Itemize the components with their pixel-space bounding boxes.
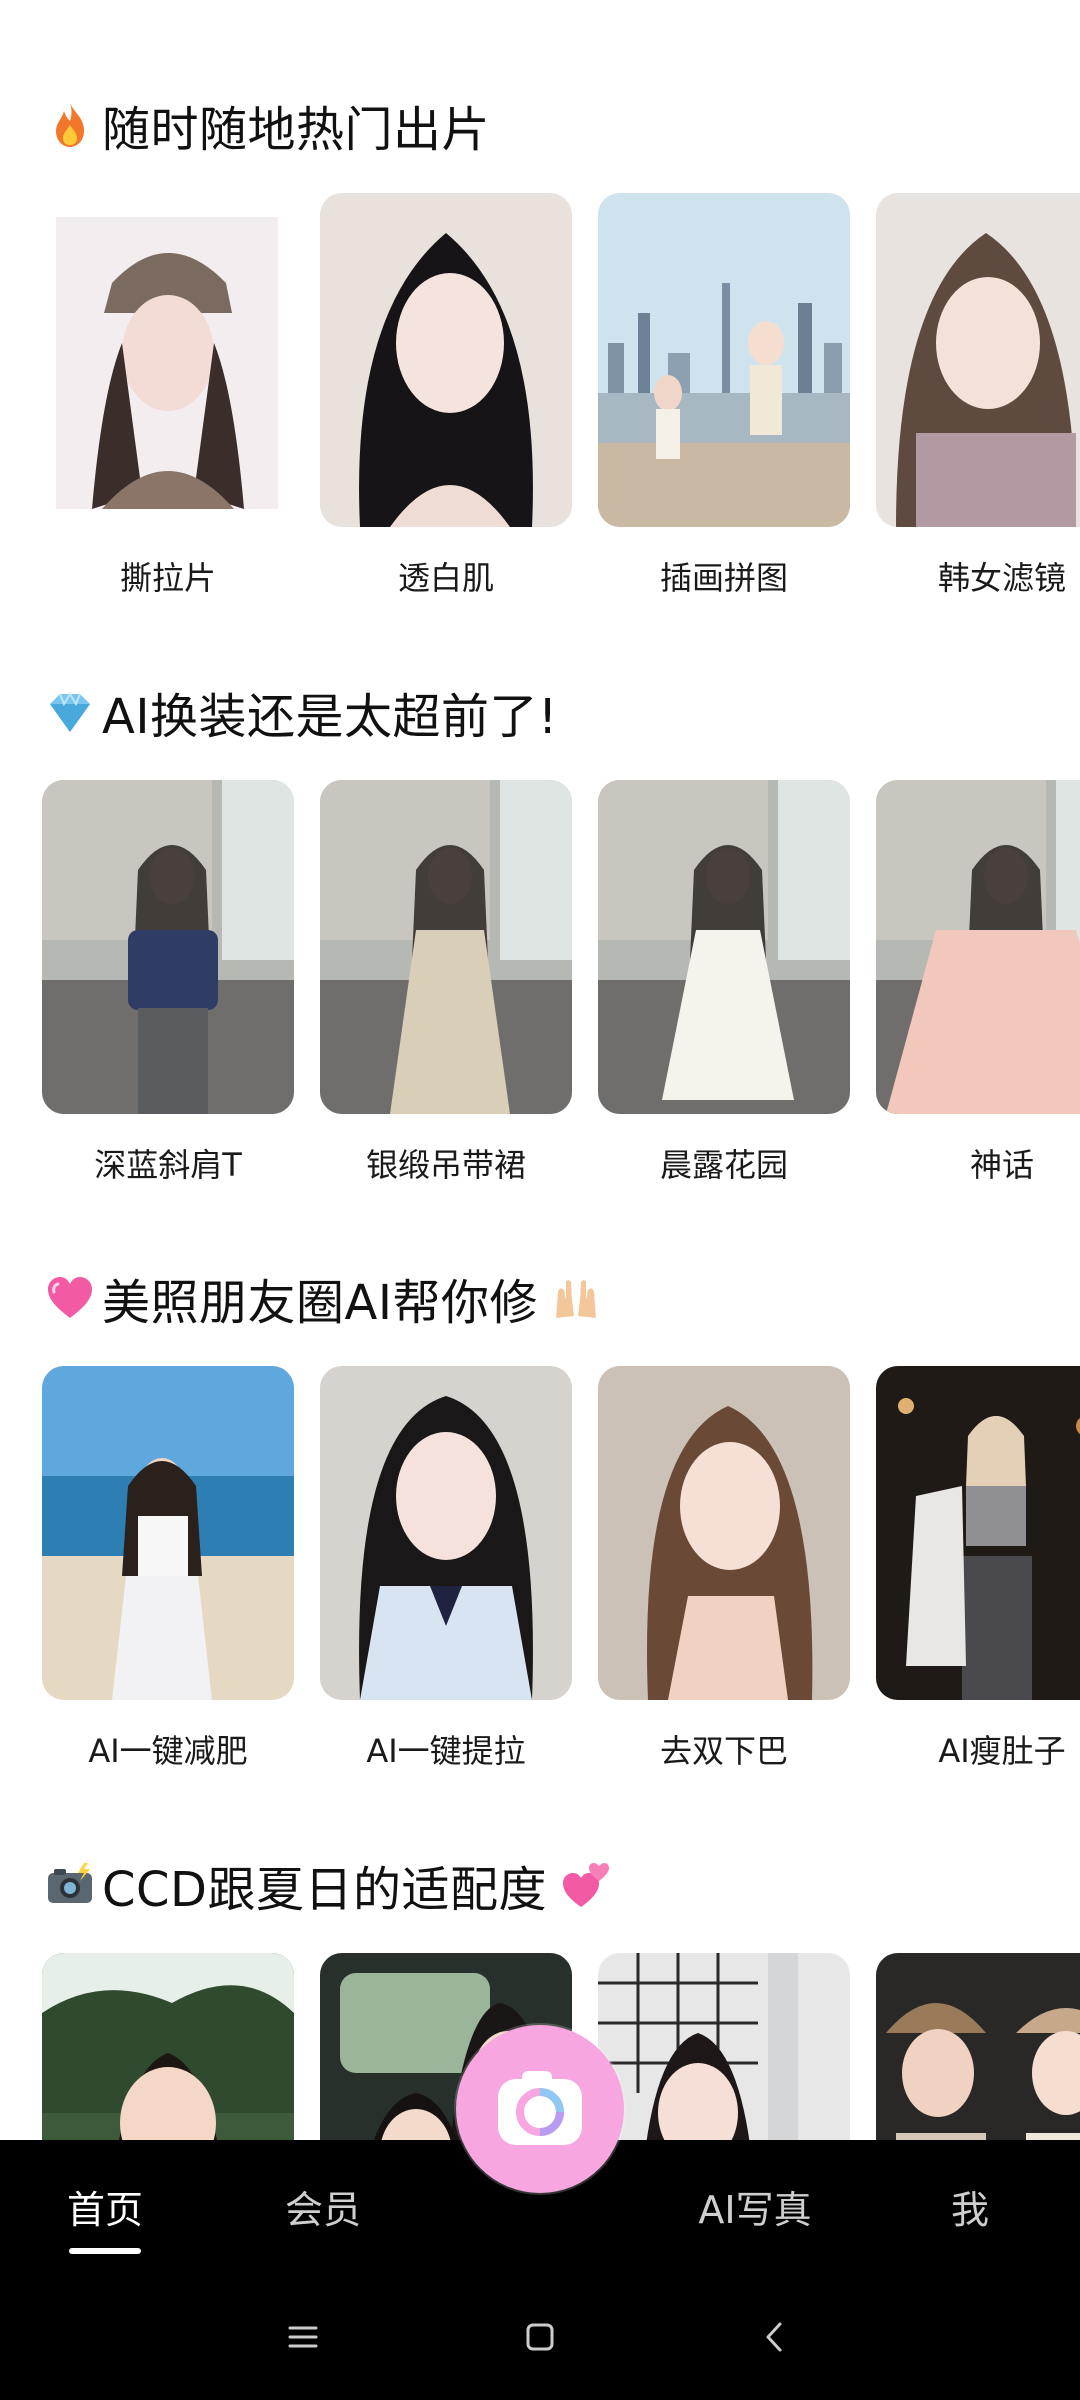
card-thumbnail [42, 193, 294, 527]
section-title: 美照朋友圈AI帮你修 [44, 1258, 602, 1338]
fire-icon [56, 103, 84, 147]
card-row: 撕拉片 透白肌 插画拼图 韩女滤镜 [42, 193, 1080, 613]
tab-label: AI写真 [698, 2188, 812, 2232]
card-label: AI瘦肚子 [938, 1732, 1066, 1770]
tab-home[interactable]: 首页 [50, 2180, 160, 2240]
home-icon[interactable] [515, 2312, 565, 2362]
style-card[interactable]: AI一键减肥 [42, 1366, 294, 1770]
style-card[interactable]: 去双下巴 [598, 1366, 850, 1770]
style-card[interactable]: AI一键提拉 [320, 1366, 572, 1770]
card-label: 晨露花园 [659, 1146, 788, 1184]
card-thumbnail [42, 780, 294, 1114]
card-label: AI一键减肥 [88, 1732, 248, 1770]
style-card[interactable]: 插画拼图 [598, 193, 850, 597]
style-card[interactable]: 银缎吊带裙 [320, 780, 572, 1184]
style-card[interactable]: 韩女滤镜 [876, 193, 1080, 597]
style-card[interactable]: 深蓝斜肩T [42, 780, 294, 1184]
style-card[interactable]: 神话 [876, 780, 1080, 1184]
card-label: 透白肌 [397, 559, 494, 597]
section-title: 随时随地热门出片 [44, 85, 490, 165]
style-card[interactable]: AI瘦肚子 [876, 1366, 1080, 1770]
two-hearts-icon [563, 1863, 609, 1907]
card-thumbnail [42, 1366, 294, 1700]
card-row: 深蓝斜肩T 银缎吊带裙 晨露花园 神话 [42, 780, 1080, 1200]
diamond-icon [50, 692, 90, 732]
card-thumbnail [876, 780, 1080, 1114]
camera-icon [498, 2071, 582, 2145]
card-thumbnail [876, 193, 1080, 527]
card-label: 深蓝斜肩T [94, 1146, 242, 1184]
card-label: 神话 [969, 1146, 1034, 1184]
card-thumbnail [598, 193, 850, 527]
system-navigation-bar [0, 2290, 1080, 2380]
card-thumbnail [598, 780, 850, 1114]
menu-icon[interactable] [278, 2312, 328, 2362]
camera-button[interactable] [456, 2025, 624, 2193]
tab-membership[interactable]: 会员 [268, 2180, 378, 2240]
style-card[interactable]: 晨露花园 [598, 780, 850, 1184]
style-card[interactable]: 透白肌 [320, 193, 572, 597]
card-label: 银缎吊带裙 [365, 1146, 526, 1184]
style-card[interactable]: 撕拉片 [42, 193, 294, 597]
card-label: 去双下巴 [659, 1732, 788, 1770]
tab-label: 首页 [66, 2188, 143, 2232]
card-label: AI一键提拉 [366, 1732, 526, 1770]
section-title: CCD跟夏日的适配度 [44, 1845, 611, 1925]
heart-icon [48, 1277, 92, 1318]
card-thumbnail [320, 193, 572, 527]
camera-flash-icon [48, 1863, 92, 1903]
tab-ai-portrait[interactable]: AI写真 [680, 2180, 830, 2240]
active-tab-indicator [69, 2248, 141, 2254]
card-thumbnail [876, 1366, 1080, 1700]
tab-label: 会员 [284, 2188, 361, 2232]
section-title: AI换装还是太超前了! [44, 672, 558, 752]
card-thumbnail [320, 780, 572, 1114]
back-icon[interactable] [750, 2312, 800, 2362]
card-label: 插画拼图 [659, 559, 788, 597]
card-label: 撕拉片 [119, 559, 216, 597]
home-page: 随时随地热门出片 撕拉片 透白肌 插画拼图 韩女滤镜 AI换装还是太超前了! 深… [0, 0, 1080, 2400]
card-label: 韩女滤镜 [937, 559, 1066, 597]
tab-me[interactable]: 我 [920, 2180, 1020, 2240]
raised-hands-icon [556, 1280, 596, 1318]
card-thumbnail [598, 1366, 850, 1700]
tab-label: 我 [950, 2188, 989, 2232]
card-thumbnail [320, 1366, 572, 1700]
card-row: AI一键减肥 AI一键提拉 去双下巴 AI瘦肚子 [42, 1366, 1080, 1786]
